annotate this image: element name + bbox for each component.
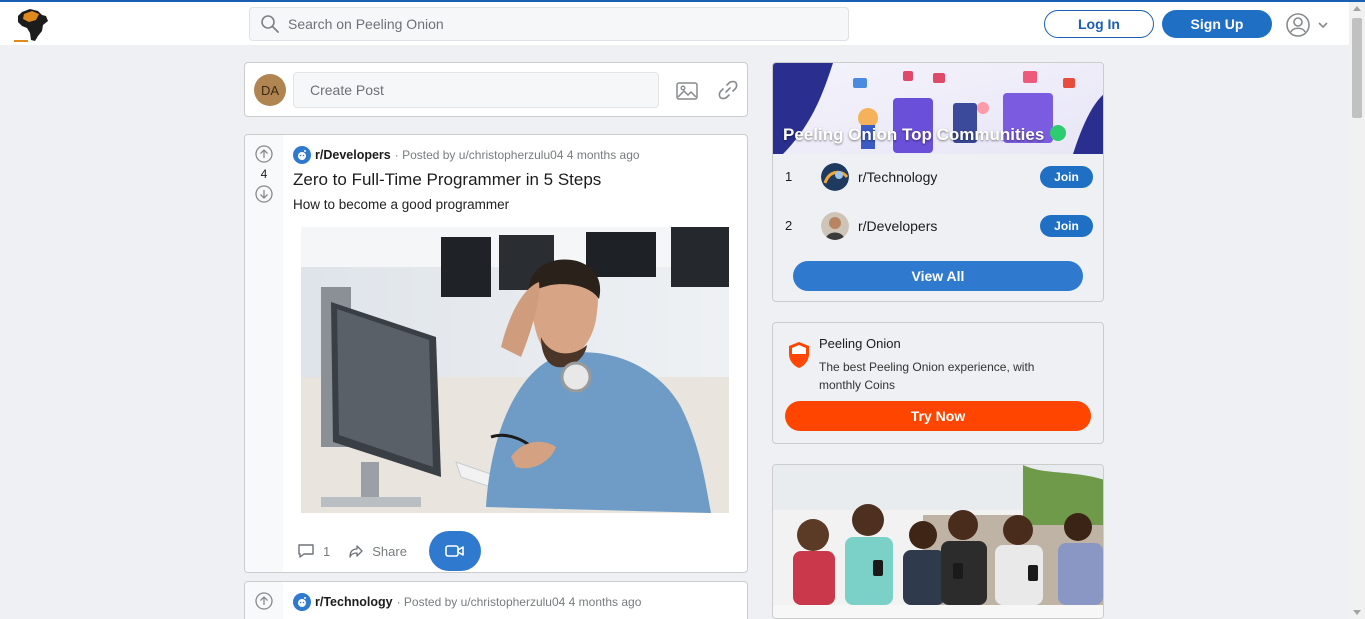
join-button[interactable]: Join: [1040, 215, 1093, 237]
search-bar[interactable]: [249, 7, 849, 41]
community-row[interactable]: 1 r/Technology Join: [773, 157, 1103, 197]
comments-button[interactable]: 1: [297, 542, 330, 560]
community-name[interactable]: r/Technology: [858, 169, 937, 185]
posted-by-text: · Posted by u/christopherzulu04 4 months…: [396, 595, 642, 609]
community-photo: [773, 465, 1103, 618]
post-card[interactable]: r/Technology · Posted by u/christopherzu…: [244, 581, 748, 619]
community-rank: 2: [785, 218, 793, 233]
try-now-button[interactable]: Try Now: [785, 401, 1091, 431]
premium-card: Peeling Onion The best Peeling Onion exp…: [772, 322, 1104, 444]
chevron-down-icon: [1318, 22, 1328, 29]
communities-title: Peeling Onion Top Communities: [783, 125, 1045, 144]
subreddit-icon[interactable]: [293, 593, 311, 611]
post-meta: r/Developers · Posted by u/christopherzu…: [293, 145, 640, 165]
share-button[interactable]: Share: [348, 543, 407, 559]
communities-banner: Peeling Onion Top Communities: [773, 63, 1103, 154]
user-avatar[interactable]: DA: [254, 74, 286, 106]
community-name[interactable]: r/Developers: [858, 218, 937, 234]
post-title[interactable]: Zero to Full-Time Programmer in 5 Steps: [293, 170, 601, 190]
share-label: Share: [372, 543, 407, 559]
upvote-icon[interactable]: [255, 145, 273, 163]
comment-icon: [298, 544, 314, 558]
image-upload-icon[interactable]: [675, 79, 699, 103]
search-icon: [261, 15, 279, 33]
view-all-button[interactable]: View All: [793, 261, 1083, 291]
premium-description: The best Peeling Onion experience, with …: [819, 360, 1035, 392]
share-icon: [349, 545, 363, 558]
post-actions: 1 Share: [297, 531, 481, 571]
post-card[interactable]: 4 r/Developers · Posted by u/christopher…: [244, 134, 748, 573]
community-rank: 1: [785, 169, 793, 184]
vote-count: 4: [260, 167, 268, 181]
post-description: How to become a good programmer: [293, 197, 510, 212]
vote-column: [245, 582, 283, 619]
user-avatar-icon: [1286, 13, 1310, 37]
premium-title: Peeling Onion: [819, 336, 901, 351]
video-camera-icon: [445, 545, 464, 557]
create-post-bar: DA: [244, 62, 748, 117]
comment-count: 1: [323, 543, 331, 559]
scrollbar-thumb[interactable]: [1352, 18, 1362, 118]
subreddit-link[interactable]: r/Technology: [315, 595, 393, 609]
join-button[interactable]: Join: [1040, 166, 1093, 188]
scroll-down-arrow-icon[interactable]: [1353, 610, 1361, 615]
community-avatar[interactable]: [821, 163, 849, 191]
scroll-up-arrow-icon[interactable]: [1353, 6, 1361, 11]
shield-icon: [789, 342, 809, 368]
create-post-input[interactable]: [293, 72, 659, 108]
top-communities-card: Peeling Onion Top Communities 1 r/Techno…: [772, 62, 1104, 302]
community-avatar[interactable]: [821, 212, 849, 240]
log-in-button[interactable]: Log In: [1044, 10, 1154, 38]
search-input[interactable]: [288, 9, 828, 39]
upvote-icon[interactable]: [255, 592, 273, 610]
subreddit-icon[interactable]: [293, 146, 311, 164]
sign-up-button[interactable]: Sign Up: [1162, 10, 1272, 38]
community-photo-card[interactable]: [772, 464, 1104, 619]
link-icon[interactable]: [717, 79, 739, 101]
vertical-scrollbar[interactable]: [1349, 2, 1365, 619]
video-call-button[interactable]: [428, 531, 481, 571]
vote-column: 4: [245, 135, 283, 572]
downvote-icon[interactable]: [255, 185, 273, 203]
subreddit-link[interactable]: r/Developers: [315, 148, 391, 162]
top-header: Log In Sign Up: [0, 2, 1349, 46]
post-meta: r/Technology · Posted by u/christopherzu…: [293, 592, 641, 612]
community-row[interactable]: 2 r/Developers Join: [773, 206, 1103, 246]
post-image[interactable]: [301, 227, 729, 513]
user-menu-button[interactable]: [1285, 12, 1331, 38]
posted-by-text: · Posted by u/christopherzulu04 4 months…: [394, 148, 640, 162]
africa-map-logo[interactable]: [12, 6, 54, 44]
